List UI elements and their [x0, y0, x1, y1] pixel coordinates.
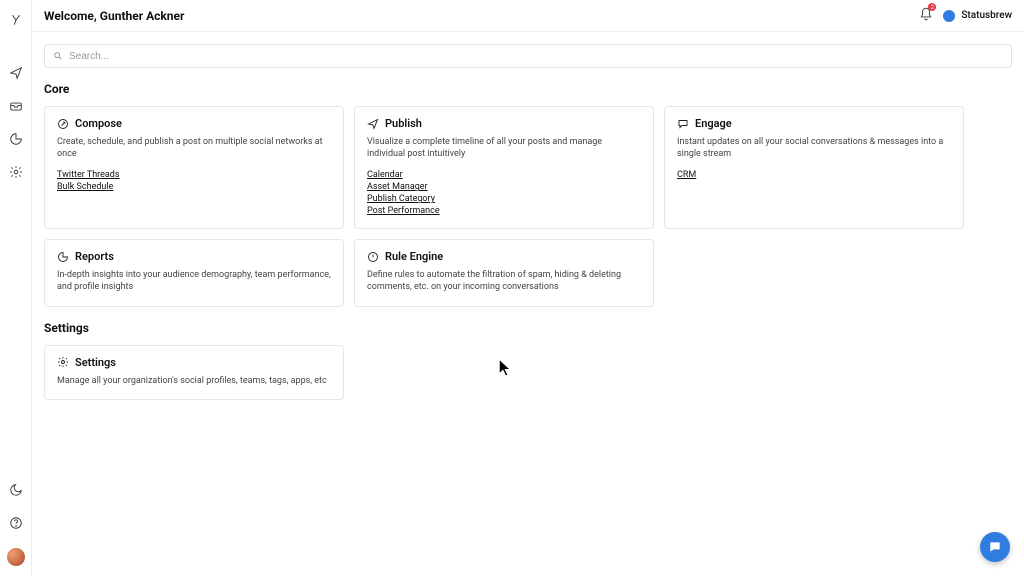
user-avatar[interactable] — [7, 548, 25, 566]
card-title: Rule Engine — [385, 250, 443, 263]
card-desc: Visualize a complete timeline of all you… — [367, 136, 641, 160]
card-rule-engine[interactable]: Rule Engine Define rules to automate the… — [354, 239, 654, 306]
theme-icon[interactable] — [9, 482, 23, 501]
card-publish[interactable]: Publish Visualize a complete timeline of… — [354, 106, 654, 229]
search-input[interactable] — [69, 51, 1003, 62]
card-title: Engage — [695, 117, 732, 130]
page-title: Welcome, Gunther Ackner — [44, 9, 184, 23]
section-core-title: Core — [44, 82, 1012, 96]
card-title: Publish — [385, 117, 422, 130]
engage-icon — [677, 118, 689, 130]
card-desc: Define rules to automate the filtration … — [367, 269, 641, 293]
chat-launcher[interactable] — [980, 532, 1010, 562]
card-desc: Manage all your organization's social pr… — [57, 375, 331, 387]
compose-icon — [57, 118, 69, 130]
help-icon[interactable] — [9, 515, 23, 534]
compose-nav-icon[interactable] — [9, 65, 23, 84]
link-post-performance[interactable]: Post Performance — [367, 206, 440, 216]
link-asset-manager[interactable]: Asset Manager — [367, 182, 428, 192]
card-settings[interactable]: Settings Manage all your organization's … — [44, 345, 344, 400]
card-engage[interactable]: Engage Instant updates on all your socia… — [664, 106, 964, 229]
card-desc: Create, schedule, and publish a post on … — [57, 136, 331, 160]
header: Welcome, Gunther Ackner 2 Statusbrew — [32, 0, 1024, 32]
search-box[interactable] — [44, 44, 1012, 68]
card-compose[interactable]: Compose Create, schedule, and publish a … — [44, 106, 344, 229]
card-reports[interactable]: Reports In-depth insights into your audi… — [44, 239, 344, 306]
reports-icon — [57, 251, 69, 263]
section-settings-title: Settings — [44, 321, 1012, 335]
inbox-nav-icon[interactable] — [9, 98, 23, 117]
card-title: Compose — [75, 117, 122, 130]
link-twitter-threads[interactable]: Twitter Threads — [57, 170, 120, 180]
reports-nav-icon[interactable] — [9, 131, 23, 150]
link-bulk-schedule[interactable]: Bulk Schedule — [57, 182, 113, 192]
link-publish-category[interactable]: Publish Category — [367, 194, 435, 204]
settings-icon — [57, 356, 69, 368]
card-desc: Instant updates on all your social conve… — [677, 136, 951, 160]
logo-icon — [9, 12, 23, 31]
notifications-button[interactable]: 2 — [919, 6, 933, 25]
search-icon — [53, 51, 63, 61]
settings-nav-icon[interactable] — [9, 164, 23, 183]
notif-badge: 2 — [928, 3, 936, 11]
card-title: Settings — [75, 356, 116, 369]
org-avatar-icon — [943, 10, 955, 22]
org-name: Statusbrew — [961, 10, 1012, 21]
rule-engine-icon — [367, 251, 379, 263]
link-crm[interactable]: CRM — [677, 170, 696, 180]
link-calendar[interactable]: Calendar — [367, 170, 403, 180]
publish-icon — [367, 118, 379, 130]
sidebar — [0, 0, 32, 576]
card-desc: In-depth insights into your audience dem… — [57, 269, 331, 293]
card-title: Reports — [75, 250, 114, 263]
org-switcher[interactable]: Statusbrew — [943, 10, 1012, 22]
